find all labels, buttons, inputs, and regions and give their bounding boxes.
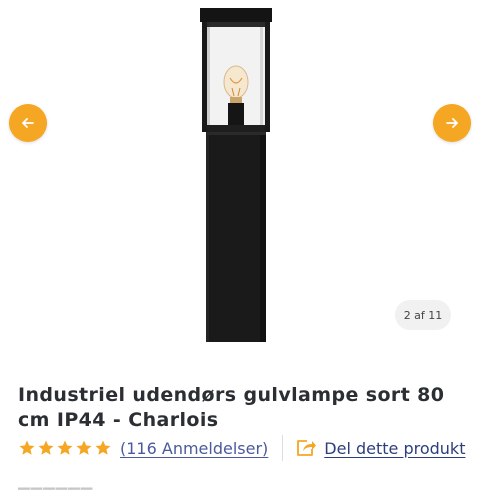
star-icon <box>76 440 92 455</box>
divider <box>282 435 284 461</box>
share-product-link[interactable]: Del dette produkt <box>295 438 465 458</box>
star-icon <box>19 440 35 455</box>
next-image-button[interactable] <box>433 104 471 142</box>
cut-off-price-line: ▁▁▁▁▁▁ <box>18 472 94 490</box>
star-icon <box>57 440 73 455</box>
share-icon <box>297 440 317 456</box>
share-label: Del dette produkt <box>324 438 466 458</box>
arrow-left-icon <box>22 118 34 128</box>
star-icon <box>95 440 111 455</box>
rating-row: (116 Anmeldelser) Del dette produkt <box>18 435 465 461</box>
product-title: Industriel udendørs gulvlampe sort 80 cm… <box>18 384 445 431</box>
star-rating[interactable] <box>18 439 112 457</box>
product-image-gallery[interactable]: 2 af 11 <box>0 0 480 365</box>
star-icon <box>38 440 54 455</box>
image-counter: 2 af 11 <box>395 300 451 330</box>
arrow-right-icon <box>446 118 458 128</box>
previous-image-button[interactable] <box>9 104 47 142</box>
reviews-link[interactable]: (116 Anmeldelser) <box>120 439 268 458</box>
